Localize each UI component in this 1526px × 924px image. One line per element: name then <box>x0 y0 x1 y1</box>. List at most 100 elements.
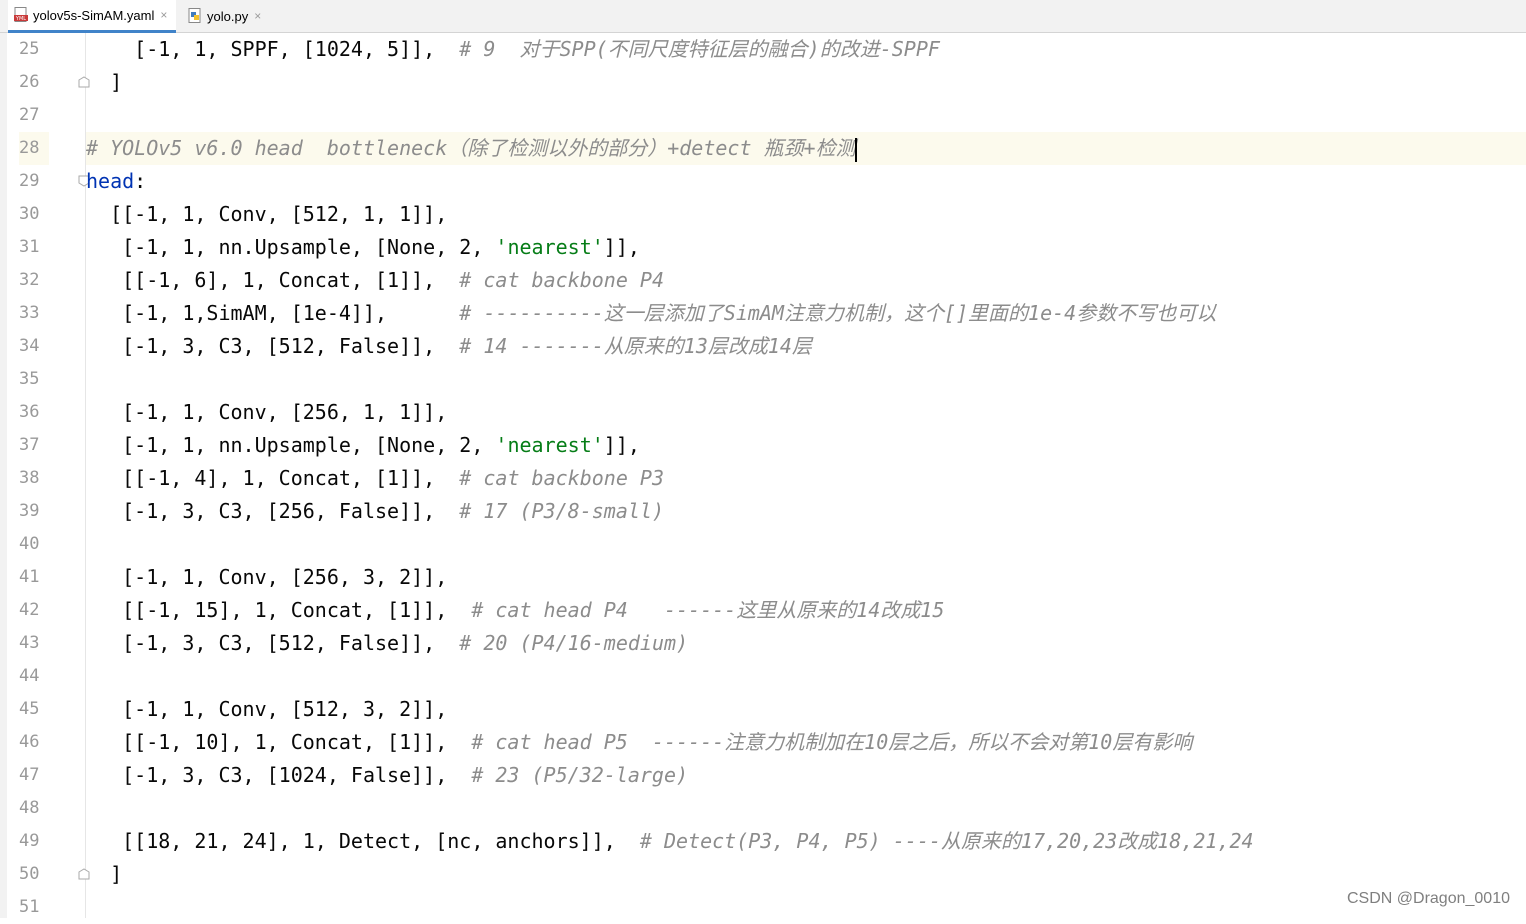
code-line-38[interactable]: [[-1, 4], 1, Concat, [1]], # cat backbon… <box>86 462 1526 495</box>
tab-yolov5s-simam-yaml[interactable]: YML yolov5s-SimAM.yaml × <box>8 0 176 33</box>
code-line-42[interactable]: [[-1, 15], 1, Concat, [1]], # cat head P… <box>86 594 1526 627</box>
code-text: [[-1, 10], 1, Concat, [1]], <box>86 730 472 754</box>
left-edge-strip <box>0 33 7 918</box>
line-number: 34 <box>19 336 40 356</box>
line-number-gutter[interactable]: 25 26 27 28 29 30 31 32 33 34 35 36 37 3… <box>7 33 86 918</box>
line-number: 27 <box>19 105 40 125</box>
code-line-40[interactable] <box>86 528 1526 561</box>
line-number: 32 <box>19 270 40 290</box>
code-line-33[interactable]: [-1, 1,SimAM, [1e-4]], # ----------这一层添加… <box>86 297 1526 330</box>
code-comment: # 17 (P3/8-small) <box>459 499 664 523</box>
close-tab-icon[interactable]: × <box>160 8 167 22</box>
code-text: [[-1, 1, Conv, [512, 1, 1]], <box>86 202 448 226</box>
line-number: 48 <box>19 798 40 818</box>
code-comment: # ----------这一层添加了SimAM注意力机制，这个[]里面的1e-4… <box>459 301 1217 325</box>
code-text: : <box>134 169 147 193</box>
line-number: 35 <box>19 369 40 389</box>
code-line-32[interactable]: [[-1, 6], 1, Concat, [1]], # cat backbon… <box>86 264 1526 297</box>
line-number: 40 <box>19 534 40 554</box>
code-line-27[interactable] <box>86 99 1526 132</box>
code-text: [-1, 1,SimAM, [1e-4]], <box>86 301 460 325</box>
line-number: 38 <box>19 468 40 488</box>
python-file-icon <box>188 8 202 24</box>
line-number: 50 <box>19 864 40 884</box>
code-line-26[interactable]: ] <box>86 66 1526 99</box>
code-comment: # 20 (P4/16-medium) <box>459 631 689 655</box>
code-comment: # 9 对于SPP(不同尺度特征层的融合)的改进-SPPF <box>459 37 940 61</box>
code-comment: # cat backbone P4 <box>459 268 664 292</box>
code-text: ] <box>86 70 123 94</box>
code-line-25[interactable]: [-1, 1, SPPF, [1024, 5]], # 9 对于SPP(不同尺度… <box>86 33 1526 66</box>
code-text: [-1, 3, C3, [256, False]], <box>86 499 460 523</box>
line-number: 49 <box>19 831 40 851</box>
code-text: [[18, 21, 24], 1, Detect, [nc, anchors]]… <box>86 829 640 853</box>
yaml-key: head <box>86 169 135 193</box>
code-text: [-1, 3, C3, [512, False]], <box>86 631 460 655</box>
code-string: 'nearest' <box>495 433 604 457</box>
code-comment: # 23 (P5/32-large) <box>471 763 689 787</box>
line-number: 45 <box>19 699 40 719</box>
editor-tab-bar: YML yolov5s-SimAM.yaml × yolo.py × <box>0 0 1526 33</box>
code-text: [-1, 3, C3, [512, False]], <box>86 334 460 358</box>
code-text: [-1, 3, C3, [1024, False]], <box>86 763 472 787</box>
code-comment: # Detect(P3, P4, P5) ----从原来的17,20,23改成1… <box>639 829 1254 853</box>
line-number: 42 <box>19 600 40 620</box>
code-text: [[-1, 4], 1, Concat, [1]], <box>86 466 460 490</box>
code-line-36[interactable]: [-1, 1, Conv, [256, 1, 1]], <box>86 396 1526 429</box>
yaml-file-icon: YML <box>14 7 28 23</box>
line-number: 30 <box>19 204 40 224</box>
code-string: 'nearest' <box>495 235 604 259</box>
code-line-44[interactable] <box>86 660 1526 693</box>
code-comment: # 14 -------从原来的13层改成14层 <box>459 334 812 358</box>
code-line-50[interactable]: ] <box>86 858 1526 891</box>
line-number: 41 <box>19 567 40 587</box>
code-line-48[interactable] <box>86 792 1526 825</box>
line-number: 44 <box>19 666 40 686</box>
code-comment: # YOLOv5 v6.0 head bottleneck（除了检测以外的部分）… <box>86 136 856 160</box>
code-line-49[interactable]: [[18, 21, 24], 1, Detect, [nc, anchors]]… <box>86 825 1526 858</box>
line-number: 25 <box>19 39 40 59</box>
svg-text:YML: YML <box>15 16 26 22</box>
line-number: 43 <box>19 633 40 653</box>
code-line-45[interactable]: [-1, 1, Conv, [512, 3, 2]], <box>86 693 1526 726</box>
code-text: [-1, 1, nn.Upsample, [None, 2, <box>86 433 496 457</box>
code-line-35[interactable] <box>86 363 1526 396</box>
code-text: [[-1, 6], 1, Concat, [1]], <box>86 268 460 292</box>
code-text: ]], <box>603 235 640 259</box>
code-text: ] <box>86 862 123 886</box>
line-number: 26 <box>19 72 40 92</box>
code-line-43[interactable]: [-1, 3, C3, [512, False]], # 20 (P4/16-m… <box>86 627 1526 660</box>
code-line-47[interactable]: [-1, 3, C3, [1024, False]], # 23 (P5/32-… <box>86 759 1526 792</box>
code-line-29[interactable]: head: <box>86 165 1526 198</box>
code-line-31[interactable]: [-1, 1, nn.Upsample, [None, 2, 'nearest'… <box>86 231 1526 264</box>
code-line-34[interactable]: [-1, 3, C3, [512, False]], # 14 -------从… <box>86 330 1526 363</box>
code-text: [-1, 1, Conv, [256, 3, 2]], <box>86 565 448 589</box>
line-number: 29 <box>19 171 40 191</box>
code-line-41[interactable]: [-1, 1, Conv, [256, 3, 2]], <box>86 561 1526 594</box>
line-number: 37 <box>19 435 40 455</box>
tab-label: yolo.py <box>207 8 249 24</box>
line-number: 33 <box>19 303 40 323</box>
tab-label: yolov5s-SimAM.yaml <box>33 7 155 23</box>
code-line-30[interactable]: [[-1, 1, Conv, [512, 1, 1]], <box>86 198 1526 231</box>
line-number: 36 <box>19 402 40 422</box>
line-number: 39 <box>19 501 40 521</box>
line-number-current: 28 <box>19 132 49 165</box>
code-line-46[interactable]: [[-1, 10], 1, Concat, [1]], # cat head P… <box>86 726 1526 759</box>
code-text: [-1, 1, Conv, [512, 3, 2]], <box>86 697 448 721</box>
csdn-watermark: CSDN @Dragon_0010 <box>1347 890 1510 907</box>
code-text: [-1, 1, Conv, [256, 1, 1]], <box>86 400 448 424</box>
code-line-39[interactable]: [-1, 3, C3, [256, False]], # 17 (P3/8-sm… <box>86 495 1526 528</box>
code-text: [-1, 1, nn.Upsample, [None, 2, <box>86 235 496 259</box>
code-line-37[interactable]: [-1, 1, nn.Upsample, [None, 2, 'nearest'… <box>86 429 1526 462</box>
code-text: ]], <box>603 433 640 457</box>
code-comment: # cat head P5 ------注意力机制加在10层之后，所以不会对第1… <box>471 730 1193 754</box>
code-line-28-current[interactable]: # YOLOv5 v6.0 head bottleneck（除了检测以外的部分）… <box>86 132 1526 165</box>
line-number: 31 <box>19 237 40 257</box>
code-comment: # cat head P4 ------这里从原来的14改成15 <box>471 598 945 622</box>
tab-yolo-py[interactable]: yolo.py × <box>182 0 266 32</box>
close-tab-icon[interactable]: × <box>254 9 261 23</box>
text-caret <box>854 137 857 162</box>
code-text: [[-1, 15], 1, Concat, [1]], <box>86 598 472 622</box>
code-line-51[interactable] <box>86 891 1526 924</box>
